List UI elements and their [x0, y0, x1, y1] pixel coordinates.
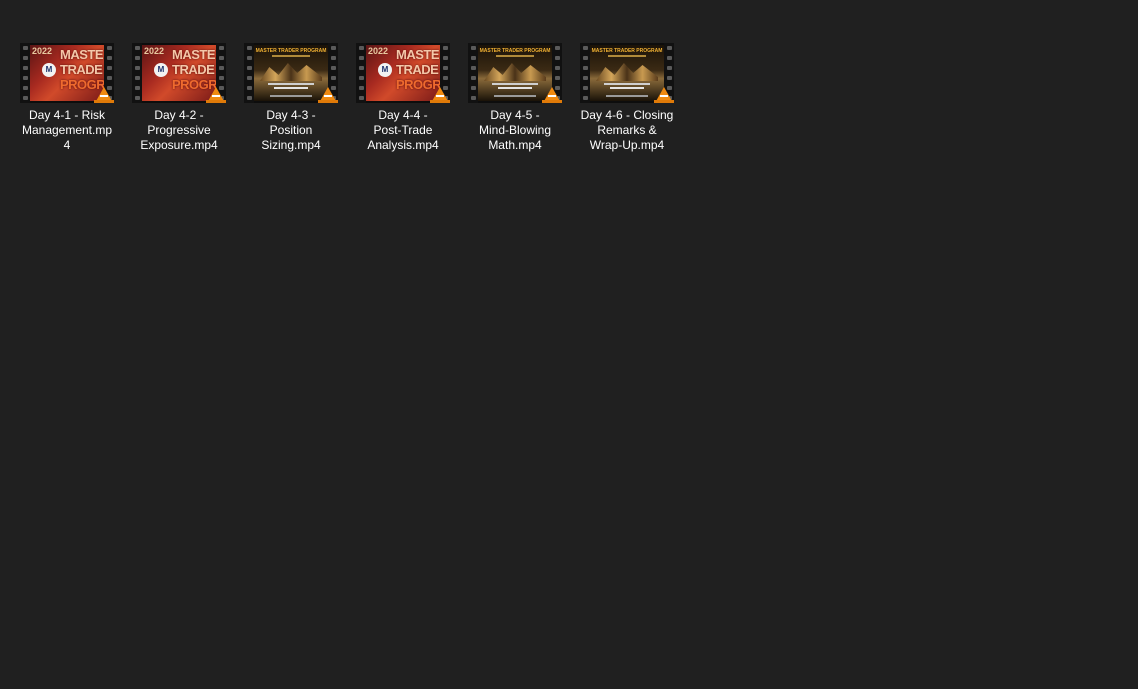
- file-name[interactable]: Day 4-4 - Post-Trade Analysis.mp4: [351, 108, 455, 153]
- video-frame: MASTER TRADER PROGRAM: [590, 45, 664, 101]
- video-frame: 2022 M MASTE TRADE PROGRA: [366, 45, 440, 101]
- film-strip-left: [356, 43, 366, 103]
- video-frame: MASTER TRADER PROGRAM: [254, 45, 328, 101]
- video-frame: MASTER TRADER PROGRAM: [478, 45, 552, 101]
- thumb-title: MASTER TRADER PROGRAM: [479, 48, 551, 54]
- video-frame: 2022 M MASTE TRADE PROGRA: [30, 45, 104, 101]
- file-explorer-view: 2022 M MASTE TRADE PROGRA Day 4-1 - Risk…: [0, 0, 1138, 689]
- file-item[interactable]: 2022 M MASTE TRADE PROGRA Day 4-4 - Post…: [351, 40, 455, 153]
- file-name[interactable]: Day 4-6 - Closing Remarks & Wrap-Up.mp4: [575, 108, 679, 153]
- mountain-scene: [596, 63, 658, 81]
- film-strip-left: [244, 43, 254, 103]
- thumb-title: MASTE TRADE PROGRA: [60, 47, 104, 92]
- video-thumbnail[interactable]: MASTER TRADER PROGRAM: [468, 43, 562, 103]
- year-text: 2022: [368, 46, 389, 56]
- year-text: 2022: [144, 46, 165, 56]
- file-item[interactable]: 2022 M MASTE TRADE PROGRA Day 4-2 - Prog…: [127, 40, 231, 153]
- film-strip-left: [468, 43, 478, 103]
- video-frame: 2022 M MASTE TRADE PROGRA: [142, 45, 216, 101]
- thumb-title: MASTE TRADE PROGRA: [172, 47, 216, 92]
- file-item[interactable]: 2022 M MASTE TRADE PROGRA Day 4-1 - Risk…: [15, 40, 119, 153]
- thumb-title: MASTER TRADER PROGRAM: [255, 48, 327, 54]
- file-item[interactable]: MASTER TRADER PROGRAM Day 4-5 - Mind-Blo…: [463, 40, 567, 153]
- file-name[interactable]: Day 4-5 - Mind-Blowing Math.mp4: [463, 108, 567, 153]
- year-text: 2022: [32, 46, 53, 56]
- file-item[interactable]: MASTER TRADER PROGRAM Day 4-3 - Position…: [239, 40, 343, 153]
- video-thumbnail[interactable]: MASTER TRADER PROGRAM: [580, 43, 674, 103]
- file-name[interactable]: Day 4-3 - Position Sizing.mp4: [239, 108, 343, 153]
- thumb-title: MASTE TRADE PROGRA: [396, 47, 440, 92]
- mountain-scene: [260, 63, 322, 81]
- video-thumbnail[interactable]: MASTER TRADER PROGRAM: [244, 43, 338, 103]
- video-thumbnail[interactable]: 2022 M MASTE TRADE PROGRA: [132, 43, 226, 103]
- mountain-scene: [484, 63, 546, 81]
- film-strip-left: [20, 43, 30, 103]
- thumb-title: MASTER TRADER PROGRAM: [591, 48, 663, 54]
- file-name[interactable]: Day 4-2 - Progressive Exposure.mp4: [127, 108, 231, 153]
- film-strip-left: [132, 43, 142, 103]
- film-strip-left: [580, 43, 590, 103]
- video-thumbnail[interactable]: 2022 M MASTE TRADE PROGRA: [20, 43, 114, 103]
- file-name[interactable]: Day 4-1 - Risk Management.mp 4: [15, 108, 119, 153]
- file-grid: 2022 M MASTE TRADE PROGRA Day 4-1 - Risk…: [15, 40, 679, 153]
- brand-logo: M: [378, 63, 392, 77]
- video-thumbnail[interactable]: 2022 M MASTE TRADE PROGRA: [356, 43, 450, 103]
- brand-logo: M: [42, 63, 56, 77]
- file-item[interactable]: MASTER TRADER PROGRAM Day 4-6 - Closing …: [575, 40, 679, 153]
- brand-logo: M: [154, 63, 168, 77]
